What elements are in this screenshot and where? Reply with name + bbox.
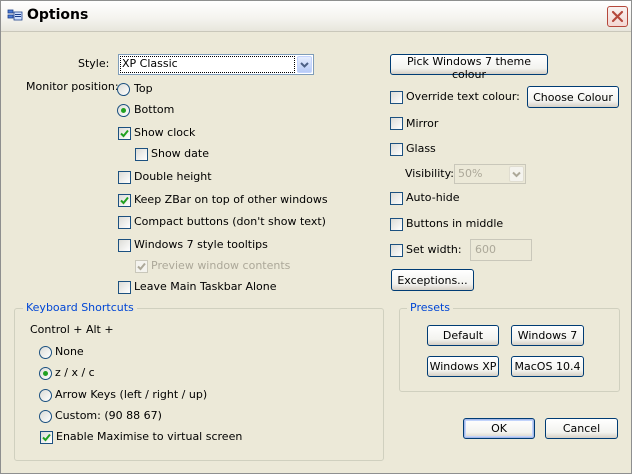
enable-maximise-label: Enable Maximise to virtual screen — [56, 430, 243, 443]
title-bar[interactable]: Options — [1, 1, 631, 32]
auto-hide-checkbox[interactable] — [390, 192, 403, 205]
options-window-icon — [7, 9, 23, 23]
style-label: Style: — [78, 57, 110, 70]
monitor-bottom-radio[interactable] — [117, 104, 130, 117]
preview-contents-label: Preview window contents — [151, 259, 291, 272]
window-title: Options — [27, 7, 89, 23]
win7-tooltips-label: Windows 7 style tooltips — [134, 238, 268, 251]
close-icon — [611, 10, 624, 23]
leave-taskbar-label: Leave Main Taskbar Alone — [134, 280, 277, 293]
buttons-middle-label: Buttons in middle — [406, 217, 504, 230]
leave-taskbar-checkbox[interactable] — [118, 281, 131, 294]
keep-on-top-checkbox[interactable] — [118, 194, 131, 207]
show-clock-checkbox[interactable] — [118, 127, 131, 140]
glass-checkbox[interactable] — [390, 143, 403, 156]
modifier-label: Control + Alt + — [30, 323, 114, 336]
width-input: 600 — [470, 239, 532, 261]
mirror-checkbox[interactable] — [390, 117, 403, 130]
chevron-down-icon[interactable] — [297, 56, 312, 73]
visibility-label: Visibility: — [405, 167, 455, 180]
win7-tooltips-checkbox[interactable] — [118, 239, 131, 252]
preset-windows7-label: Windows 7 — [517, 329, 578, 342]
chevron-down-icon — [509, 166, 524, 182]
preset-windows7-button[interactable]: Windows 7 — [511, 325, 584, 346]
enable-maximise-checkbox[interactable] — [40, 431, 53, 444]
preset-windowsxp-label: Windows XP — [429, 360, 497, 373]
show-date-checkbox[interactable] — [135, 148, 148, 161]
style-select-value: XP Classic — [122, 57, 178, 70]
exceptions-button[interactable]: Exceptions... — [391, 269, 474, 291]
style-select[interactable]: XP Classic — [118, 54, 314, 75]
double-height-checkbox[interactable] — [118, 171, 131, 184]
checkmark-icon — [137, 262, 146, 271]
shortcut-none-radio[interactable] — [39, 346, 52, 359]
double-height-label: Double height — [134, 170, 212, 183]
visibility-value: 50% — [458, 167, 483, 180]
checkmark-icon — [120, 196, 129, 205]
width-input-value: 600 — [475, 243, 496, 256]
exceptions-label: Exceptions... — [397, 273, 468, 287]
preset-windowsxp-button[interactable]: Windows XP — [427, 356, 499, 377]
radio-selected-dot — [43, 371, 48, 376]
pick-theme-colour-button[interactable]: Pick Windows 7 theme colour — [390, 54, 548, 81]
monitor-top-radio[interactable] — [117, 83, 130, 96]
shortcut-custom-label: Custom: (90 88 67) — [55, 409, 162, 422]
keyboard-shortcuts-title: Keyboard Shortcuts — [23, 301, 137, 315]
preset-macos-label: MacOS 10.4 — [514, 360, 581, 373]
shortcut-zxc-radio[interactable] — [39, 367, 52, 380]
set-width-checkbox[interactable] — [390, 244, 403, 257]
ok-button[interactable]: OK — [463, 418, 535, 439]
preset-default-label: Default — [442, 329, 484, 342]
choose-colour-label: Choose Colour — [533, 90, 613, 104]
close-button[interactable] — [607, 6, 628, 27]
monitor-top-label: Top — [134, 82, 153, 95]
preset-default-button[interactable]: Default — [427, 325, 499, 346]
buttons-middle-checkbox[interactable] — [390, 218, 403, 231]
monitor-position-label: Monitor position: — [26, 80, 119, 93]
visibility-select: 50% — [454, 164, 526, 184]
preset-macos-button[interactable]: MacOS 10.4 — [511, 356, 584, 377]
presets-group — [399, 308, 620, 392]
cancel-label: Cancel — [562, 422, 601, 435]
set-width-label: Set width: — [406, 243, 462, 256]
auto-hide-label: Auto-hide — [406, 191, 460, 204]
compact-buttons-label: Compact buttons (don't show text) — [134, 215, 326, 228]
show-clock-label: Show clock — [134, 126, 196, 139]
radio-selected-dot — [121, 108, 126, 113]
pick-theme-colour-label: Pick Windows 7 theme colour — [407, 55, 531, 81]
presets-title: Presets — [407, 301, 454, 315]
shortcut-arrows-radio[interactable] — [39, 389, 52, 402]
checkmark-icon — [42, 433, 51, 442]
checkmark-icon — [120, 129, 129, 138]
shortcut-none-label: None — [55, 345, 84, 358]
choose-colour-button[interactable]: Choose Colour — [527, 86, 619, 108]
shortcut-zxc-label: z / x / c — [55, 366, 95, 379]
options-dialog: Options Style: XP Classic Monitor positi… — [0, 0, 632, 474]
show-date-label: Show date — [151, 147, 209, 160]
ok-label: OK — [491, 422, 507, 435]
shortcut-custom-radio[interactable] — [39, 410, 52, 423]
cancel-button[interactable]: Cancel — [545, 418, 618, 439]
keep-on-top-label: Keep ZBar on top of other windows — [134, 193, 328, 206]
glass-label: Glass — [406, 142, 436, 155]
preview-contents-checkbox — [135, 260, 148, 273]
compact-buttons-checkbox[interactable] — [118, 216, 131, 229]
override-text-checkbox[interactable] — [390, 91, 403, 104]
override-text-label: Override text colour: — [406, 90, 520, 103]
monitor-bottom-label: Bottom — [134, 103, 175, 116]
mirror-label: Mirror — [406, 117, 439, 130]
shortcut-arrows-label: Arrow Keys (left / right / up) — [55, 388, 208, 401]
